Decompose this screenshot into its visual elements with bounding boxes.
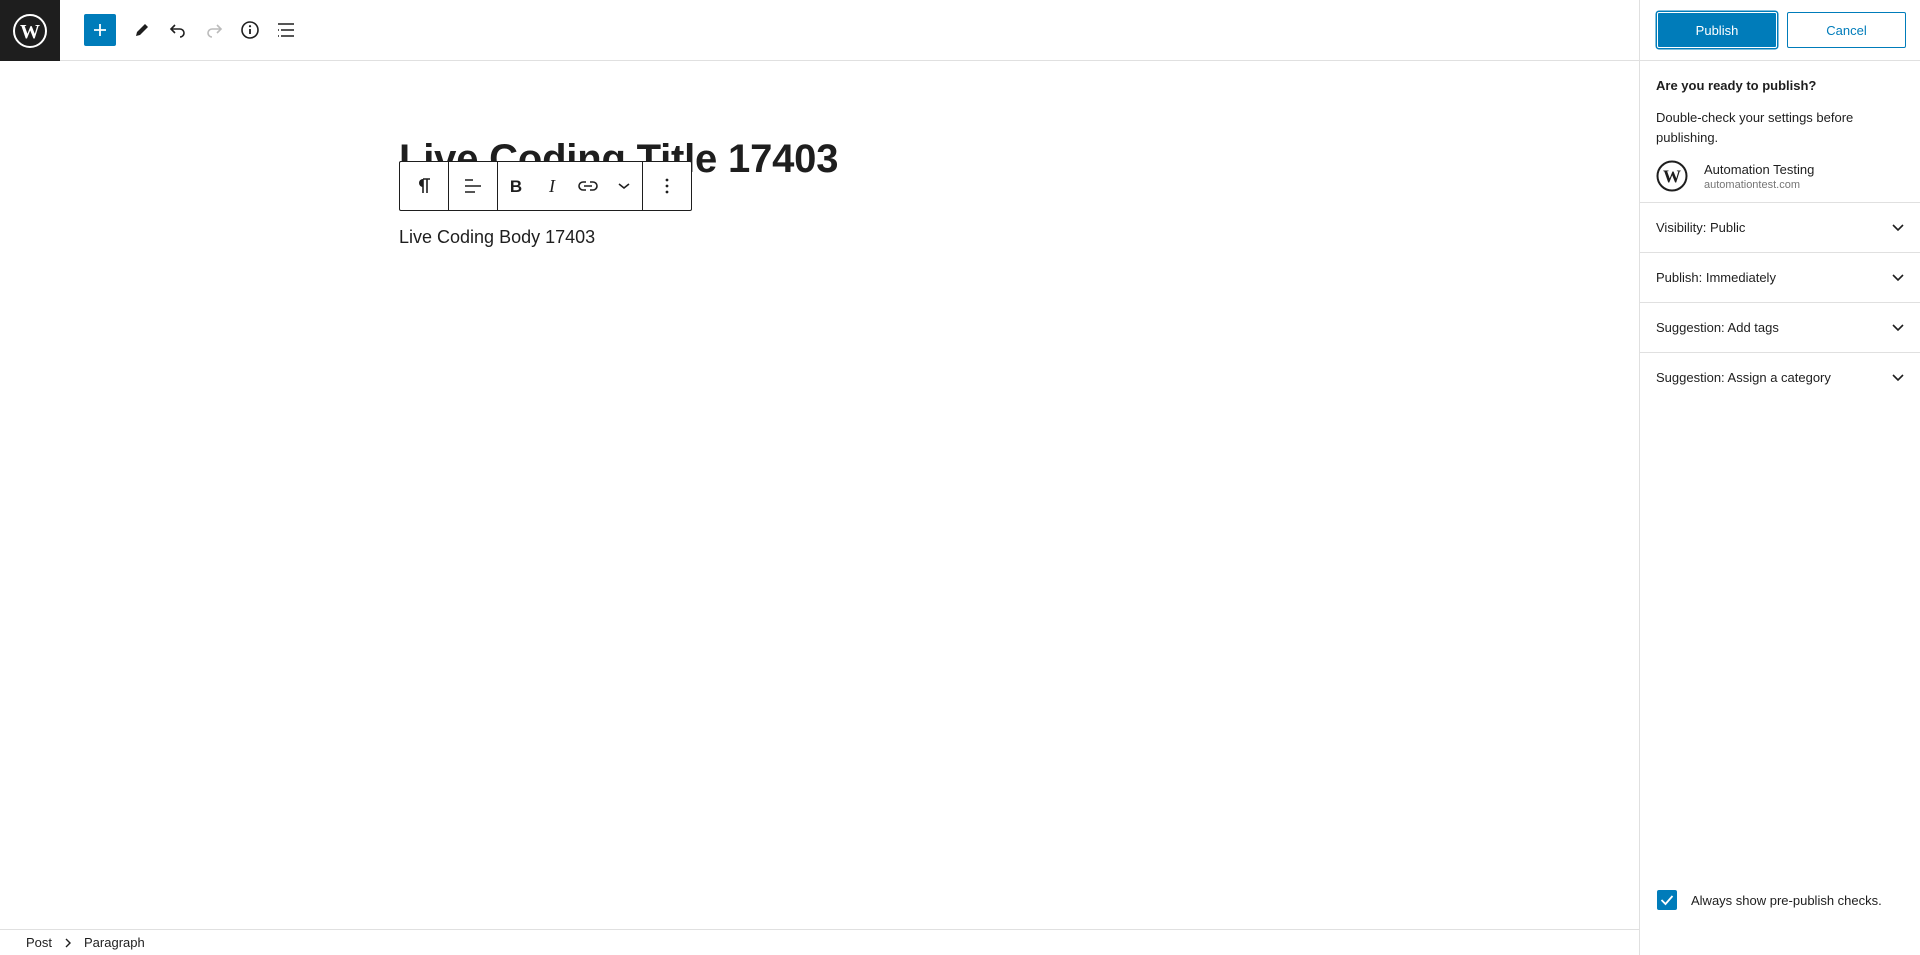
details-button[interactable] — [234, 14, 266, 46]
category-suggestion-section[interactable]: Suggestion: Assign a category — [1640, 352, 1920, 402]
visibility-section[interactable]: Visibility: Public — [1640, 202, 1920, 252]
info-icon — [241, 21, 259, 39]
more-formatting-button[interactable] — [606, 162, 642, 210]
breadcrumb-paragraph[interactable]: Paragraph — [84, 935, 145, 950]
panel-header: Publish Cancel — [1640, 0, 1920, 61]
pre-publish-panel: Publish Cancel Are you ready to publish?… — [1639, 0, 1920, 955]
editor-header: W — [0, 0, 1640, 61]
italic-icon: I — [548, 178, 556, 194]
list-view-button[interactable] — [270, 14, 302, 46]
paragraph-icon — [419, 178, 430, 193]
redo-button[interactable] — [198, 14, 230, 46]
publish-intro: Are you ready to publish? Double-check y… — [1640, 61, 1920, 148]
breadcrumb-post[interactable]: Post — [26, 935, 52, 950]
publish-schedule-section[interactable]: Publish: Immediately — [1640, 252, 1920, 302]
block-toolbar: B I — [399, 161, 692, 211]
tags-suggestion-section[interactable]: Suggestion: Add tags — [1640, 302, 1920, 352]
add-block-button[interactable] — [84, 14, 116, 46]
chevron-down-icon — [618, 183, 630, 190]
always-show-checks: Always show pre-publish checks. — [1657, 890, 1882, 910]
site-name: Automation Testing — [1704, 162, 1815, 177]
breadcrumb: Post Paragraph — [0, 929, 1640, 955]
list-view-icon — [278, 23, 294, 37]
link-button[interactable] — [570, 162, 606, 210]
always-show-label: Always show pre-publish checks. — [1691, 892, 1882, 908]
svg-text:W: W — [1663, 167, 1681, 187]
undo-icon — [169, 24, 185, 38]
block-options-button[interactable] — [643, 162, 691, 210]
site-card: W Automation Testing automationtest.com — [1640, 160, 1920, 202]
redo-icon — [207, 24, 223, 38]
align-button[interactable] — [449, 162, 497, 210]
align-left-icon — [465, 179, 481, 193]
bold-icon: B — [510, 178, 522, 194]
chevron-down-icon — [1892, 373, 1904, 381]
cancel-button[interactable]: Cancel — [1787, 12, 1906, 48]
publish-schedule-label: Publish: Immediately — [1656, 270, 1776, 285]
site-url: automationtest.com — [1704, 179, 1800, 191]
chevron-down-icon — [1892, 323, 1904, 331]
svg-text:W: W — [20, 21, 40, 43]
pencil-icon — [136, 24, 148, 36]
paragraph-block-button[interactable] — [400, 162, 448, 210]
always-show-checkbox[interactable] — [1657, 890, 1677, 910]
publish-heading: Are you ready to publish? — [1656, 78, 1817, 93]
editor-canvas: Live Coding Title 17403 B I Live Coding … — [0, 61, 1640, 929]
undo-button[interactable] — [162, 14, 194, 46]
visibility-label: Visibility: Public — [1656, 220, 1746, 235]
chevron-down-icon — [1892, 273, 1904, 281]
site-icon: W — [1656, 160, 1688, 192]
paragraph-block[interactable]: Live Coding Body 17403 — [399, 227, 595, 248]
publish-description: Double-check your settings before publis… — [1656, 110, 1854, 145]
tags-suggestion-label: Suggestion: Add tags — [1656, 320, 1779, 335]
italic-button[interactable]: I — [534, 162, 570, 210]
svg-text:I: I — [548, 178, 556, 194]
bold-button[interactable]: B — [498, 162, 534, 210]
chevron-right-icon — [64, 938, 72, 948]
link-icon — [578, 181, 598, 191]
category-suggestion-label: Suggestion: Assign a category — [1656, 370, 1831, 385]
check-icon — [1660, 895, 1674, 906]
publish-button[interactable]: Publish — [1657, 12, 1777, 48]
plus-icon — [94, 24, 106, 36]
chevron-down-icon — [1892, 223, 1904, 231]
wordpress-logo-icon[interactable]: W — [0, 0, 60, 61]
svg-text:B: B — [510, 178, 522, 194]
more-vertical-icon — [665, 178, 669, 194]
tools-button[interactable] — [126, 14, 158, 46]
